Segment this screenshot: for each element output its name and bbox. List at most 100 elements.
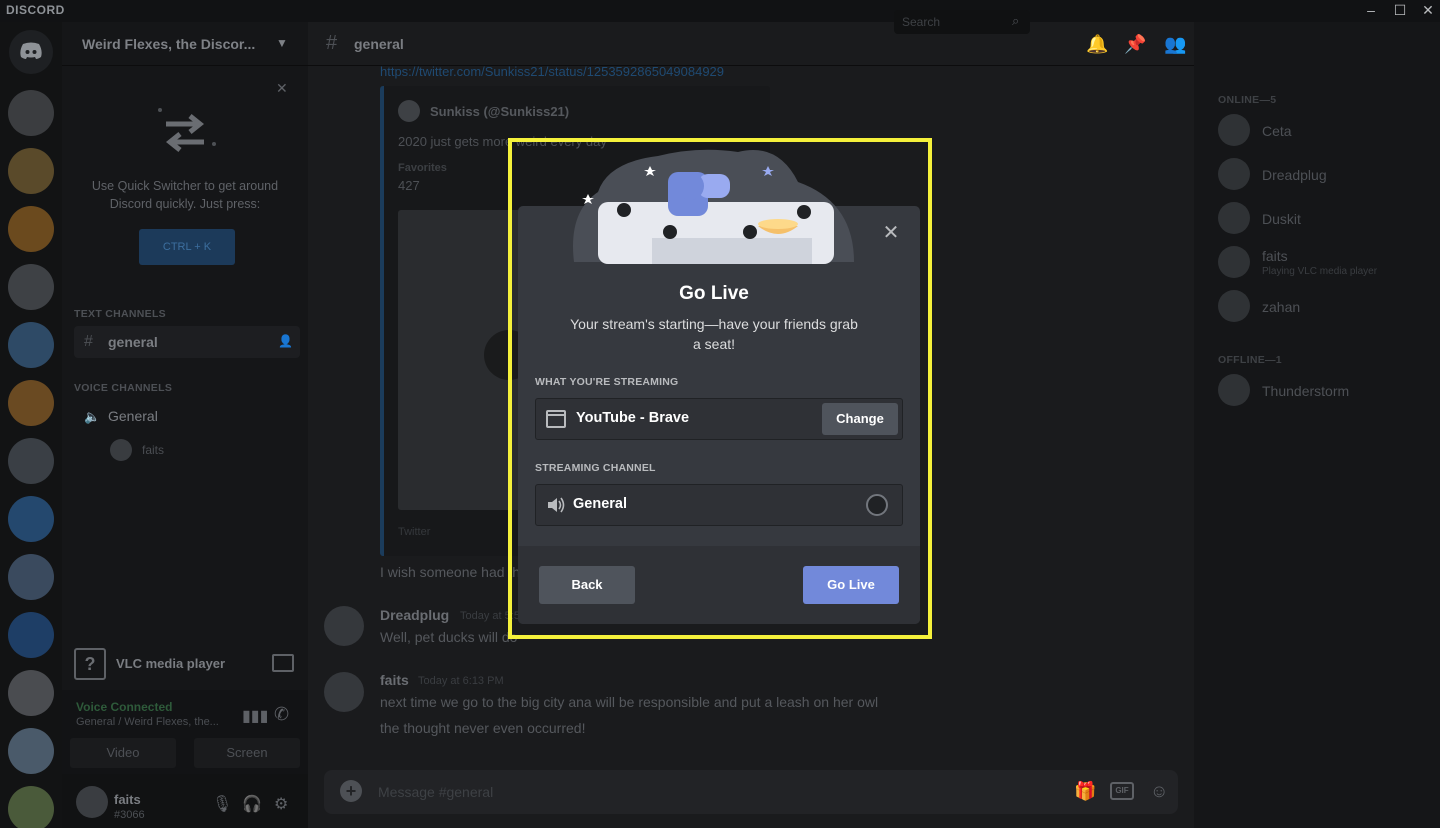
screen-button[interactable]: Screen: [194, 738, 300, 768]
category-text-channels[interactable]: TEXT CHANNELS: [74, 308, 166, 320]
streaming-source-field: YouTube - Brave Change: [535, 398, 903, 440]
server-rail: [0, 22, 62, 828]
server-icon[interactable]: [8, 90, 54, 136]
change-button[interactable]: Change: [822, 403, 898, 435]
window-icon: [546, 410, 566, 428]
member-item[interactable]: faits Playing VLC media player: [1218, 242, 1428, 282]
server-icon[interactable]: [8, 554, 54, 600]
embed-footer: Twitter: [398, 526, 431, 538]
server-icon[interactable]: [8, 264, 54, 310]
user-tag: #3066: [114, 809, 145, 821]
modal-subtitle: Your stream's starting—have your friends…: [570, 316, 858, 352]
server-icon[interactable]: [8, 496, 54, 542]
offline-category: OFFLINE—1: [1218, 354, 1282, 366]
chat-channel-name: general: [354, 36, 404, 52]
member-item[interactable]: Duskit: [1218, 198, 1428, 238]
message-text: Well, pet ducks will do: [380, 629, 518, 645]
member-item[interactable]: Ceta: [1218, 110, 1428, 150]
voice-connection-panel: Voice Connected General / Weird Flexes, …: [62, 690, 308, 774]
guild-name: Weird Flexes, the Discor...: [82, 36, 256, 52]
message-text: next time we go to the big city ana will…: [380, 694, 879, 710]
avatar: [1218, 202, 1250, 234]
speaker-icon: 🔈: [84, 409, 101, 424]
streaming-channel-field[interactable]: General: [535, 484, 903, 526]
avatar[interactable]: [76, 786, 108, 818]
server-icon[interactable]: [8, 206, 54, 252]
modal-title: Go Live: [679, 283, 749, 304]
home-button[interactable]: [9, 30, 53, 74]
user-panel: faits #3066 🎙 🎧 ⚙: [62, 774, 308, 828]
message-author[interactable]: faits: [380, 672, 409, 688]
search-icon: ⌕: [1012, 13, 1020, 28]
member-name: Ceta: [1262, 123, 1292, 139]
add-attachment-icon[interactable]: +: [340, 780, 362, 802]
emoji-icon[interactable]: ☺: [1150, 781, 1168, 802]
embed-field-value: 427: [398, 178, 420, 193]
members-icon[interactable]: 👥: [1164, 34, 1186, 55]
headphones-icon[interactable]: 🎧: [242, 794, 262, 814]
voice-status[interactable]: Voice Connected: [76, 700, 172, 714]
category-voice-channels[interactable]: VOICE CHANNELS: [74, 382, 172, 394]
hash-icon: #: [326, 32, 338, 54]
maximize-button[interactable]: ☐: [1385, 0, 1415, 22]
message-composer[interactable]: + Message #general 🎁 GIF ☺: [324, 770, 1178, 814]
member-item[interactable]: Thunderstorm: [1218, 370, 1428, 410]
quick-switcher-shortcut-button[interactable]: CTRL + K: [139, 229, 235, 265]
server-icon[interactable]: [8, 322, 54, 368]
server-icon[interactable]: [8, 148, 54, 194]
add-user-icon[interactable]: 👤: [278, 334, 293, 348]
minimize-button[interactable]: –: [1356, 0, 1386, 22]
gif-icon[interactable]: GIF: [1110, 782, 1134, 800]
guild-header[interactable]: Weird Flexes, the Discor... ▼: [62, 22, 308, 66]
streaming-source-value: YouTube - Brave: [576, 410, 690, 426]
bell-icon[interactable]: 🔔: [1086, 34, 1108, 55]
avatar[interactable]: [324, 672, 364, 712]
message-link[interactable]: https://twitter.com/Sunkiss21/status/125…: [380, 64, 724, 79]
server-icon[interactable]: [8, 670, 54, 716]
server-icon[interactable]: [8, 728, 54, 774]
gift-icon[interactable]: 🎁: [1074, 781, 1096, 802]
search-input[interactable]: Search ⌕: [894, 10, 1030, 34]
gear-icon[interactable]: ⚙: [274, 794, 288, 814]
speaker-icon: [548, 497, 565, 513]
streaming-channel-value: General: [573, 496, 627, 512]
member-name: zahan: [1262, 299, 1301, 315]
message-author[interactable]: Dreadplug: [380, 607, 449, 623]
server-icon[interactable]: [8, 438, 54, 484]
back-button[interactable]: Back: [539, 566, 635, 604]
member-item[interactable]: Dreadplug: [1218, 154, 1428, 194]
member-item[interactable]: zahan: [1218, 286, 1428, 326]
avatar: [398, 100, 420, 122]
voice-channel-general[interactable]: 🔈 General: [74, 400, 300, 432]
voice-location: General / Weird Flexes, the...: [76, 716, 219, 728]
embed-author[interactable]: Sunkiss (@Sunkiss21): [430, 104, 569, 119]
close-icon[interactable]: ✕: [276, 80, 288, 97]
member-name: Thunderstorm: [1262, 383, 1350, 399]
modal-close-button[interactable]: ✕: [880, 222, 902, 244]
close-window-button[interactable]: ✕: [1413, 0, 1440, 22]
microphone-icon[interactable]: 🎙: [212, 794, 232, 814]
message-input[interactable]: Message #general: [378, 784, 493, 800]
video-button[interactable]: Video: [70, 738, 176, 768]
pin-icon[interactable]: 📌: [1124, 34, 1146, 55]
server-icon[interactable]: [8, 786, 54, 828]
chat-header: # general 🔔 📌 👥: [308, 22, 1194, 66]
app-title: DISCORD: [6, 3, 65, 17]
disconnect-icon[interactable]: ✆: [274, 704, 289, 725]
message-text: the thought never even occurred!: [380, 720, 586, 736]
go-live-button[interactable]: Go Live: [803, 566, 899, 604]
channel-item-general[interactable]: # general 👤: [74, 326, 300, 358]
channel-name: general: [108, 334, 158, 350]
soundboard-icon[interactable]: ▮▮▮: [242, 706, 268, 726]
server-icon[interactable]: [8, 380, 54, 426]
avatar: [1218, 290, 1250, 322]
member-list: ONLINE—5 Ceta Dreadplug Duskit faits Playing…: [1194, 22, 1440, 828]
swap-arrows-icon: [158, 108, 216, 152]
member-activity: Playing VLC media player: [1262, 266, 1378, 277]
screen-share-icon[interactable]: [272, 654, 294, 672]
channel-sidebar: Weird Flexes, the Discor... ▼ ✕ Use Quic…: [62, 22, 308, 828]
avatar: [1218, 114, 1250, 146]
server-icon[interactable]: [8, 612, 54, 658]
avatar[interactable]: [324, 606, 364, 646]
activity-panel: ? VLC media player: [62, 642, 308, 686]
